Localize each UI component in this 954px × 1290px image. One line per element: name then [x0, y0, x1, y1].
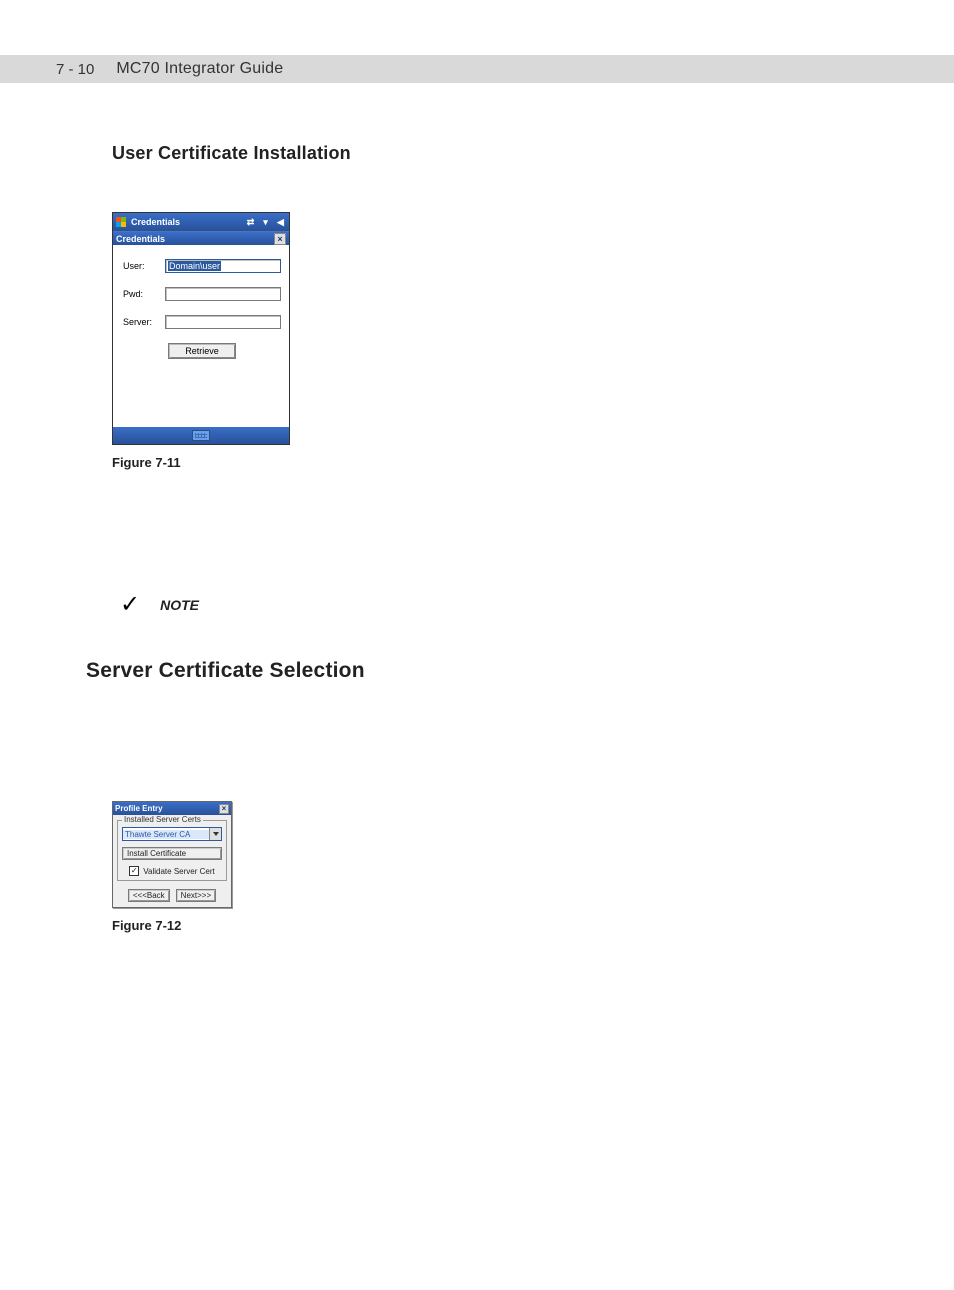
- close-icon[interactable]: ×: [219, 804, 229, 814]
- connectivity-icon: ⇄: [245, 217, 256, 228]
- retrieve-button[interactable]: Retrieve: [168, 343, 236, 359]
- server-label: Server:: [123, 317, 165, 327]
- profile-entry-dialog: Profile Entry × Installed Server Certs T…: [112, 801, 232, 908]
- user-value: Domain\user: [168, 261, 221, 271]
- user-label: User:: [123, 261, 165, 271]
- validate-server-cert-row: ✓ Validate Server Cert: [122, 866, 222, 876]
- soft-key-bar: [113, 427, 289, 444]
- wizard-nav: <<<Back Next>>>: [113, 885, 231, 907]
- figure-7-12-caption: Figure 7-12: [112, 918, 954, 933]
- credentials-subtitle-text: Credentials: [116, 234, 165, 244]
- credentials-titlebar: Credentials ⇄ ▾ ◀: [113, 213, 289, 231]
- credentials-subtitlebar: Credentials ×: [113, 231, 289, 245]
- checkmark-icon: ✓: [120, 590, 140, 619]
- server-cert-selected: Thawte Server CA: [123, 830, 209, 839]
- close-icon[interactable]: ×: [274, 233, 286, 245]
- guide-title: MC70 Integrator Guide: [116, 60, 283, 78]
- profile-entry-title-text: Profile Entry: [115, 804, 163, 813]
- profile-entry-titlebar: Profile Entry ×: [113, 802, 231, 815]
- section-heading-user-cert: User Certificate Installation: [112, 143, 954, 164]
- user-field[interactable]: Domain\user: [165, 259, 281, 273]
- install-certificate-button[interactable]: Install Certificate: [122, 847, 222, 860]
- keyboard-icon[interactable]: [192, 430, 210, 441]
- server-cert-combo[interactable]: Thawte Server CA: [122, 827, 222, 841]
- page-number: 7 - 10: [56, 61, 94, 78]
- validate-server-cert-checkbox[interactable]: ✓: [129, 866, 139, 876]
- validate-server-cert-label: Validate Server Cert: [143, 867, 214, 876]
- volume-icon: ◀: [275, 217, 286, 228]
- windows-flag-icon: [116, 217, 127, 228]
- note-label: NOTE: [160, 597, 199, 613]
- credentials-screen: Credentials ⇄ ▾ ◀ Credentials × User: Do…: [112, 212, 290, 445]
- pwd-label: Pwd:: [123, 289, 165, 299]
- server-field[interactable]: [165, 315, 281, 329]
- page-header-bar: 7 - 10 MC70 Integrator Guide: [0, 55, 954, 83]
- pwd-field[interactable]: [165, 287, 281, 301]
- chevron-down-icon[interactable]: [209, 828, 221, 840]
- installed-server-certs-frame: Installed Server Certs Thawte Server CA …: [117, 820, 227, 881]
- next-button[interactable]: Next>>>: [176, 889, 216, 902]
- frame-legend: Installed Server Certs: [122, 815, 203, 824]
- section-heading-server-cert: Server Certificate Selection: [86, 659, 954, 683]
- signal-icon: ▾: [260, 217, 271, 228]
- figure-7-11-caption: Figure 7-11: [112, 455, 954, 470]
- credentials-title-text: Credentials: [131, 217, 180, 227]
- note-callout: ✓ NOTE: [120, 590, 954, 619]
- back-button[interactable]: <<<Back: [128, 889, 170, 902]
